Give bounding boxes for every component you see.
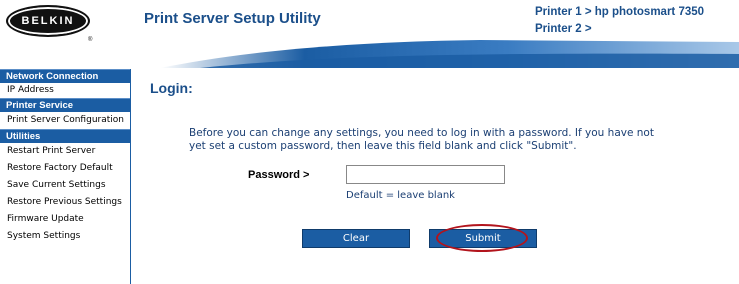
password-label: Password > (248, 169, 310, 181)
password-input[interactable] (346, 165, 505, 184)
login-instructions: Before you can change any settings, you … (189, 127, 654, 152)
submit-button[interactable]: Submit (429, 229, 537, 248)
sidebar-item-restore-previous-settings[interactable]: Restore Previous Settings (0, 194, 130, 211)
sidebar-item-ip-address[interactable]: IP Address (0, 83, 130, 98)
password-hint: Default = leave blank (346, 190, 455, 201)
sidebar-heading-printer-service: Printer Service (0, 98, 130, 112)
sidebar-heading-network-connection: Network Connection (0, 69, 130, 83)
sidebar-item-restore-factory-default[interactable]: Restore Factory Default (0, 160, 130, 177)
app-title: Print Server Setup Utility (144, 10, 321, 27)
sidebar-item-save-current-settings[interactable]: Save Current Settings (0, 177, 130, 194)
sidebar-item-system-settings[interactable]: System Settings (0, 228, 130, 245)
printer-list: Printer 1 > hp photosmart 7350 Printer 2… (535, 4, 704, 38)
logo-text: BELKIN (21, 15, 75, 27)
belkin-logo: BELKIN ® (6, 5, 92, 43)
sidebar-item-firmware-update[interactable]: Firmware Update (0, 211, 130, 228)
printer-1-link[interactable]: Printer 1 > hp photosmart 7350 (535, 4, 704, 21)
sidebar-item-print-server-configuration[interactable]: Print Server Configuration (0, 112, 130, 129)
sidebar-item-restart-print-server[interactable]: Restart Print Server (0, 143, 130, 160)
header: BELKIN ® Print Server Setup Utility Prin… (0, 0, 739, 68)
sidebar: Network Connection IP Address Printer Se… (0, 69, 131, 284)
header-banner (160, 40, 739, 68)
sidebar-heading-utilities: Utilities (0, 129, 130, 143)
page-title: Login: (150, 80, 193, 96)
clear-button[interactable]: Clear (302, 229, 410, 248)
